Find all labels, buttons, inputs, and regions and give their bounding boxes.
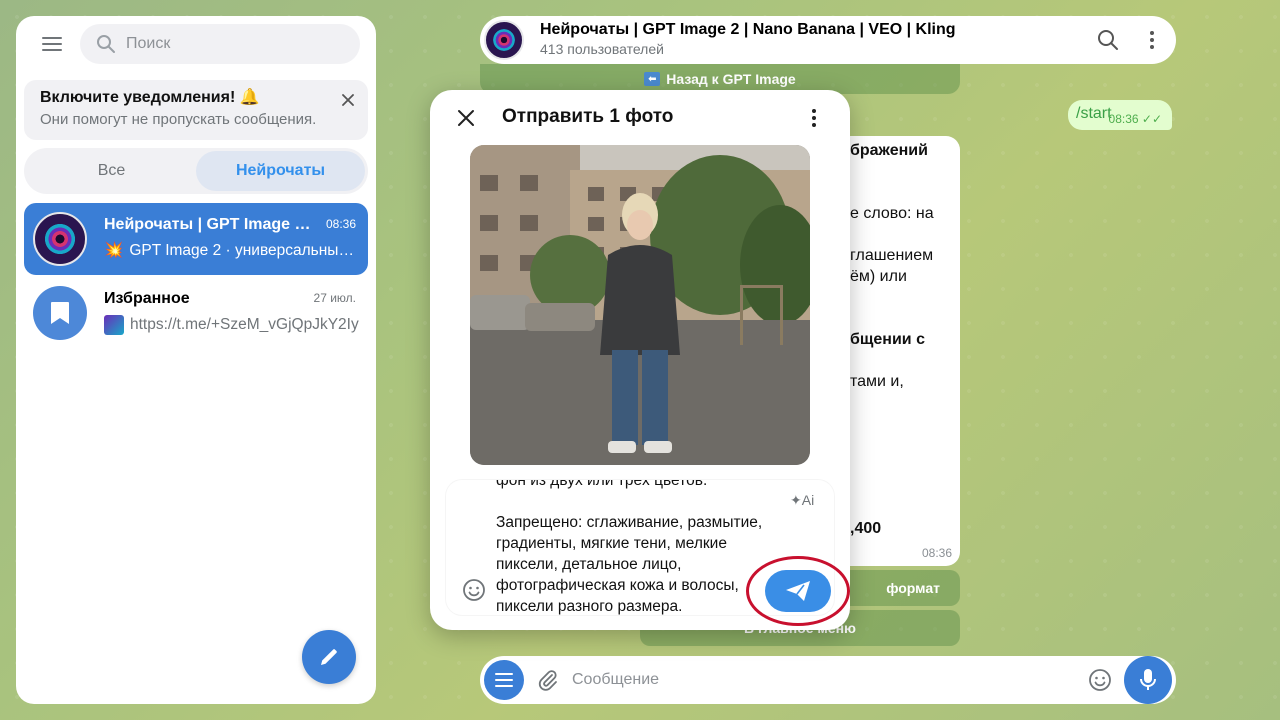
- chat-time: 08:36: [325, 217, 356, 231]
- chat-preview-text: https://t.me/+SzeM_vGjQpJkY2Iy: [130, 316, 359, 333]
- tab-all[interactable]: Все: [27, 151, 196, 191]
- notification-title: Включите уведомления! 🔔: [40, 89, 260, 106]
- notification-banner[interactable]: Включите уведомления! 🔔 Они помогут не п…: [24, 80, 368, 140]
- saved-messages-avatar: [33, 286, 87, 340]
- sidebar: Включите уведомления! 🔔 Они помогут не п…: [16, 16, 376, 704]
- chat-time: 27 июл.: [313, 291, 356, 305]
- main-menu-button[interactable]: [34, 29, 70, 59]
- dialog-title: Отправить 1 фото: [502, 106, 674, 127]
- ai-edit-button[interactable]: ✦Ai: [790, 492, 814, 509]
- search-icon: [1098, 30, 1118, 50]
- chat-avatar: [33, 212, 87, 266]
- close-icon: [458, 110, 474, 126]
- smiley-icon: [463, 579, 485, 601]
- message-fragment: бражений: [850, 142, 928, 159]
- ai-sparkle-icon: ✦: [790, 492, 802, 508]
- explosion-emoji-icon: 💥: [104, 242, 124, 259]
- outgoing-message[interactable]: /start 08:36 ✓✓: [1068, 100, 1172, 130]
- message-fragment: бщении с: [850, 331, 925, 348]
- message-fragment: ём) или: [850, 268, 907, 285]
- chat-preview-text: GPT Image 2 · универсальный генератор: [129, 241, 362, 259]
- message-text: /start: [1076, 105, 1112, 122]
- back-arrow-icon: ⬅: [644, 72, 661, 86]
- chat-title: Нейрочаты | GPT Image 2 | Nano Banana | …: [540, 21, 956, 38]
- caption-emoji-button[interactable]: [462, 578, 486, 602]
- microphone-icon: [1140, 669, 1156, 690]
- ai-label: Ai: [801, 492, 815, 508]
- message-time: 08:36 ✓✓: [1108, 112, 1162, 126]
- chat-more-button[interactable]: [1144, 28, 1160, 52]
- paperclip-icon: [538, 670, 557, 691]
- double-check-icon: ✓✓: [1141, 112, 1162, 126]
- smiley-icon: [1089, 669, 1111, 691]
- search-icon: [97, 35, 115, 53]
- chat-preview: 💥 GPT Image 2 · универсальный генератор: [104, 241, 362, 260]
- chat-name: Избранное: [104, 290, 190, 307]
- close-icon: [342, 94, 354, 106]
- inline-button-label: Назад к GPT Image: [666, 71, 796, 87]
- sidebar-header: [16, 16, 376, 72]
- search-input[interactable]: [126, 35, 326, 53]
- bookmark-icon: [51, 302, 69, 324]
- emoji-button[interactable]: [1088, 668, 1112, 692]
- search-box[interactable]: [80, 24, 360, 64]
- pencil-icon: [321, 649, 337, 665]
- photo-image: [470, 145, 810, 465]
- message-time: 08:36: [921, 546, 952, 560]
- message-composer: [480, 656, 1176, 704]
- caption-text[interactable]: фон из двух или трёх цветов. Запрещено: …: [496, 480, 776, 615]
- photo-preview[interactable]: [470, 145, 810, 465]
- folder-tabs: Все Нейрочаты: [24, 148, 368, 194]
- more-vertical-icon: [1150, 31, 1154, 49]
- dialog-more-button[interactable]: [806, 106, 822, 130]
- notification-close-button[interactable]: [338, 90, 358, 110]
- notification-subtitle: Они помогут не пропускать сообщения.: [40, 111, 317, 128]
- more-vertical-icon: [812, 109, 816, 127]
- chat-header-avatar[interactable]: [484, 20, 524, 60]
- message-input[interactable]: [572, 668, 1052, 692]
- chat-name: Нейрочаты | GPT Image 2 | Nano Banana | …: [104, 216, 314, 233]
- bot-menu-button[interactable]: [484, 660, 524, 700]
- compose-button[interactable]: [302, 630, 356, 684]
- chat-search-button[interactable]: [1096, 28, 1120, 52]
- chat-list-item-saved[interactable]: Избранное 27 июл. https://t.me/+SzeM_vGj…: [24, 277, 368, 349]
- message-fragment: ,400: [850, 520, 882, 537]
- inline-button-label: формат: [886, 580, 940, 596]
- link-thumbnail-icon: [104, 315, 124, 335]
- send-photo-dialog: Отправить 1 фото фон из двух или трёх цв…: [430, 90, 850, 630]
- highlight-annotation-ring: [746, 556, 850, 626]
- message-fragment: е слово: на: [850, 205, 934, 222]
- attach-button[interactable]: [536, 668, 560, 692]
- chat-header[interactable]: Нейрочаты | GPT Image 2 | Nano Banana | …: [480, 16, 1176, 64]
- message-fragment: тами и,: [850, 373, 904, 390]
- chat-member-count: 413 пользователей: [540, 41, 664, 57]
- menu-icon: [495, 673, 513, 687]
- chat-list-item-neurochats[interactable]: Нейрочаты | GPT Image 2 | Nano Banana | …: [24, 203, 368, 275]
- dialog-close-button[interactable]: [454, 106, 478, 130]
- tab-neurochats[interactable]: Нейрочаты: [196, 151, 365, 191]
- chat-preview: https://t.me/+SzeM_vGjQpJkY2Iy: [104, 315, 362, 335]
- voice-record-button[interactable]: [1124, 656, 1172, 704]
- message-fragment: глашением: [850, 247, 934, 264]
- hamburger-icon: [42, 37, 62, 51]
